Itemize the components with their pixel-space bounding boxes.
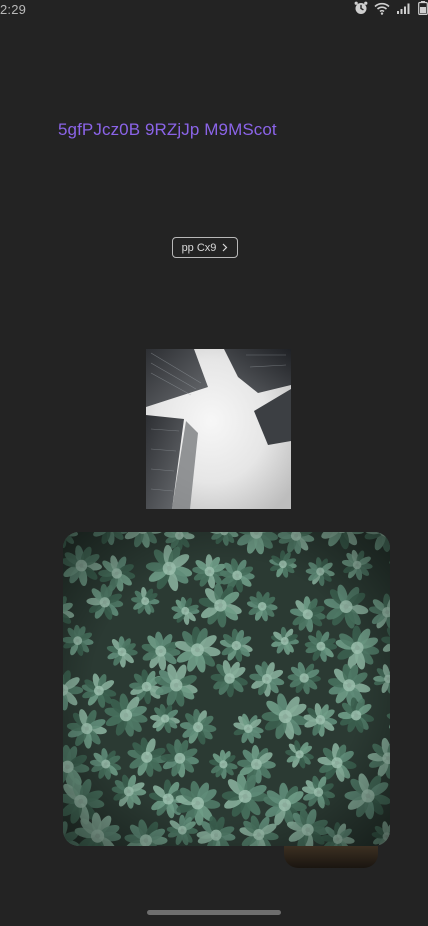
building-photo-art	[146, 349, 291, 509]
building-photo[interactable]	[146, 349, 291, 509]
status-time: 2:29	[0, 2, 27, 17]
chevron-right-icon	[222, 243, 228, 252]
status-icons	[354, 1, 428, 15]
action-button-label: pp Cx9	[181, 241, 217, 254]
home-indicator[interactable]	[147, 910, 281, 915]
action-button[interactable]: pp Cx9	[172, 237, 238, 258]
battery-icon	[418, 1, 428, 15]
succulent-photo-art	[63, 532, 390, 846]
signal-icon	[397, 3, 410, 14]
page-title: 5gfPJcz0B 9RZjJp M9MScot	[58, 120, 277, 139]
succulent-photo[interactable]	[63, 532, 390, 846]
wifi-icon	[374, 2, 390, 15]
succulent-pot-edge	[284, 846, 378, 868]
alarm-icon	[354, 1, 368, 14]
